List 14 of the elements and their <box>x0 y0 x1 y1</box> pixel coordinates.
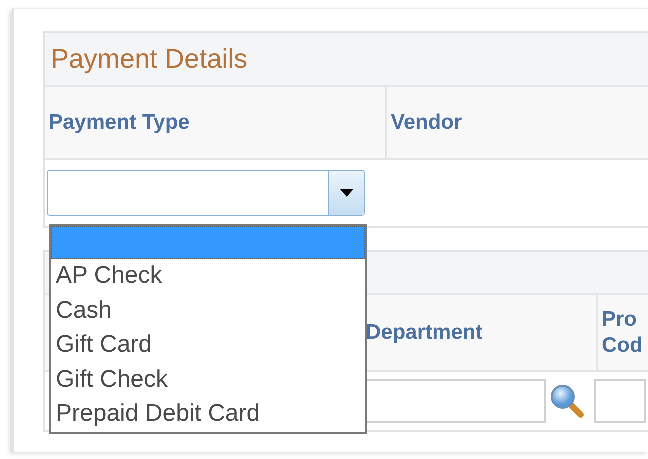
column-header: Vendor <box>391 110 462 136</box>
dropdown-button[interactable] <box>328 171 364 215</box>
caret-icon <box>340 189 354 197</box>
section-title: Payment Details <box>45 33 648 87</box>
column-header: Department <box>366 320 483 346</box>
dropdown-option[interactable]: Gift Check <box>51 362 365 397</box>
program-code-field[interactable] <box>594 379 646 423</box>
dropdown-option[interactable]: Cash <box>51 294 365 328</box>
dropdown-option[interactable] <box>51 226 365 259</box>
column-header: Payment Type <box>49 110 190 136</box>
lookup-icon[interactable] <box>550 384 584 418</box>
column-header: Pro Cod <box>602 307 643 358</box>
dropdown-option[interactable]: Prepaid Debit Card <box>51 397 365 432</box>
dropdown-option[interactable]: Gift Card <box>51 328 365 362</box>
